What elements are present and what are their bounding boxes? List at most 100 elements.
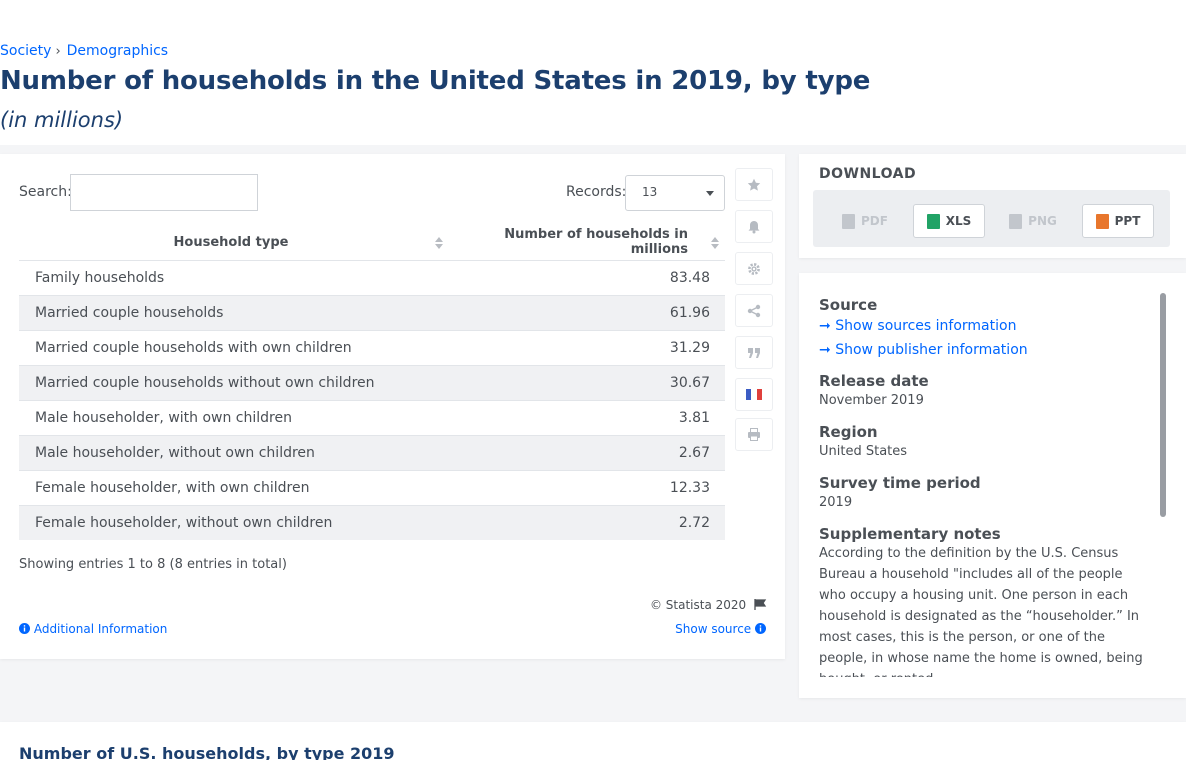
info-icon [755, 623, 766, 634]
survey-period-value: 2019 [819, 495, 853, 510]
download-pdf-button[interactable]: PDF [829, 204, 901, 238]
cell-household-type: Family households [19, 259, 443, 295]
statistic-table-card: Search: Records: 13 Household type Numbe… [0, 154, 785, 659]
sort-icon [711, 237, 719, 249]
breadcrumb: Society › Demographics [0, 43, 168, 59]
statistic-info-content: Source ➞ Show sources information ➞ Show… [819, 273, 1149, 677]
cell-household-type: Female householder, with own children [19, 469, 443, 505]
cell-value: 61.96 [443, 294, 725, 330]
supplementary-notes-heading: Supplementary notes [819, 525, 1001, 543]
records-select[interactable]: 13 [625, 175, 725, 211]
cell-value: 30.67 [443, 364, 725, 400]
download-ppt-label: PPT [1114, 214, 1141, 228]
png-file-icon [1009, 213, 1023, 229]
download-title: DOWNLOAD [819, 166, 917, 182]
data-table: Household type Number of households in m… [19, 225, 725, 540]
table-row: Female householder, without own children… [19, 504, 725, 540]
share-button[interactable] [735, 294, 773, 327]
cell-household-type: Female householder, without own children [19, 504, 443, 540]
table-row: Female householder, with own children 12.… [19, 469, 725, 505]
survey-period-heading: Survey time period [819, 474, 981, 492]
chevron-down-icon [706, 191, 714, 196]
show-source-link[interactable]: Show source [675, 622, 766, 636]
cell-household-type: Married couple households [19, 294, 443, 330]
records-label: Records: [566, 184, 627, 200]
download-xls-label: XLS [945, 214, 972, 228]
gear-icon [748, 262, 760, 275]
release-date-value: November 2019 [819, 393, 924, 408]
breadcrumb-society[interactable]: Society [0, 43, 51, 59]
table-row: Married couple households 61.96 [19, 294, 725, 330]
download-pdf-label: PDF [861, 214, 888, 228]
table-row: Family households 83.48 [19, 259, 725, 295]
copyright: © Statista 2020 [650, 598, 767, 612]
french-flag-icon [746, 389, 762, 400]
copyright-text: © Statista 2020 [649, 598, 747, 612]
cell-value: 2.72 [443, 504, 725, 540]
cell-value: 31.29 [443, 329, 725, 365]
additional-information-label: Additional Information [33, 622, 168, 636]
show-publisher-label: Show publisher information [835, 342, 1028, 358]
flag-report-icon[interactable] [754, 599, 767, 610]
download-bar: PDF XLS PNG PPT [813, 190, 1170, 247]
show-sources-label: Show sources information [835, 318, 1017, 334]
column-header-label: Household type [173, 234, 289, 250]
page-subtitle: (in millions) [0, 108, 124, 132]
search-input[interactable] [70, 174, 258, 211]
info-icon [19, 623, 30, 634]
show-publisher-link[interactable]: ➞ Show publisher information [819, 338, 1149, 362]
release-date-heading: Release date [819, 372, 929, 390]
table-row: Male householder, with own children 3.81 [19, 399, 725, 435]
favorite-button[interactable] [735, 168, 773, 201]
source-heading: Source [819, 296, 878, 314]
citation-button[interactable] [735, 336, 773, 369]
download-xls-button[interactable]: XLS [913, 204, 985, 238]
breadcrumb-separator: › [55, 44, 61, 59]
records-value: 13 [642, 185, 658, 199]
arrow-right-icon: ➞ [819, 342, 831, 358]
cell-value: 12.33 [443, 469, 725, 505]
table-row: Married couple households without own ch… [19, 364, 725, 400]
sort-icon [435, 237, 443, 249]
download-png-button[interactable]: PNG [997, 204, 1069, 238]
download-png-label: PNG [1028, 214, 1057, 228]
table-row: Male householder, without own children 2.… [19, 434, 725, 470]
settings-button[interactable] [735, 252, 773, 285]
chart-preview-title: Number of U.S. households, by type 2019 [19, 744, 395, 760]
show-source-label: Show source [675, 622, 752, 636]
cell-value: 83.48 [443, 259, 725, 295]
search-label: Search: [19, 184, 72, 200]
breadcrumb-demographics[interactable]: Demographics [67, 43, 168, 59]
print-button[interactable] [735, 418, 773, 451]
bell-icon [748, 220, 760, 233]
cell-household-type: Married couple households with own child… [19, 329, 443, 365]
additional-information-link[interactable]: Additional Information [19, 622, 167, 636]
region-value: United States [819, 444, 908, 459]
column-header-households[interactable]: Number of households in millions [443, 225, 725, 260]
show-sources-link[interactable]: ➞ Show sources information [819, 314, 1149, 338]
download-ppt-button[interactable]: PPT [1082, 204, 1154, 238]
language-button[interactable] [735, 378, 773, 411]
table-entries-info: Showing entries 1 to 8 (8 entries in tot… [19, 557, 287, 572]
notification-button[interactable] [735, 210, 773, 243]
pdf-file-icon [842, 213, 856, 229]
region-heading: Region [819, 423, 878, 441]
star-icon [747, 178, 761, 191]
quote-icon [748, 347, 760, 358]
table-row: Married couple households with own child… [19, 329, 725, 365]
column-header-household-type[interactable]: Household type [19, 225, 443, 260]
supplementary-notes-text: According to the definition by the U.S. … [819, 546, 1143, 677]
cell-household-type: Male householder, without own children [19, 434, 443, 470]
arrow-right-icon: ➞ [819, 318, 831, 334]
cell-value: 3.81 [443, 399, 725, 435]
page-title: Number of households in the United State… [0, 66, 871, 96]
column-header-label: Number of households in millions [504, 227, 688, 258]
chart-preview-card: Number of U.S. households, by type 2019 [0, 722, 1186, 760]
share-icon [747, 304, 761, 317]
print-icon [748, 428, 760, 441]
xls-file-icon [926, 213, 940, 229]
ppt-file-icon [1095, 213, 1109, 229]
cell-value: 2.67 [443, 434, 725, 470]
cell-household-type: Male householder, with own children [19, 399, 443, 435]
scrollbar-thumb[interactable] [1160, 293, 1166, 517]
